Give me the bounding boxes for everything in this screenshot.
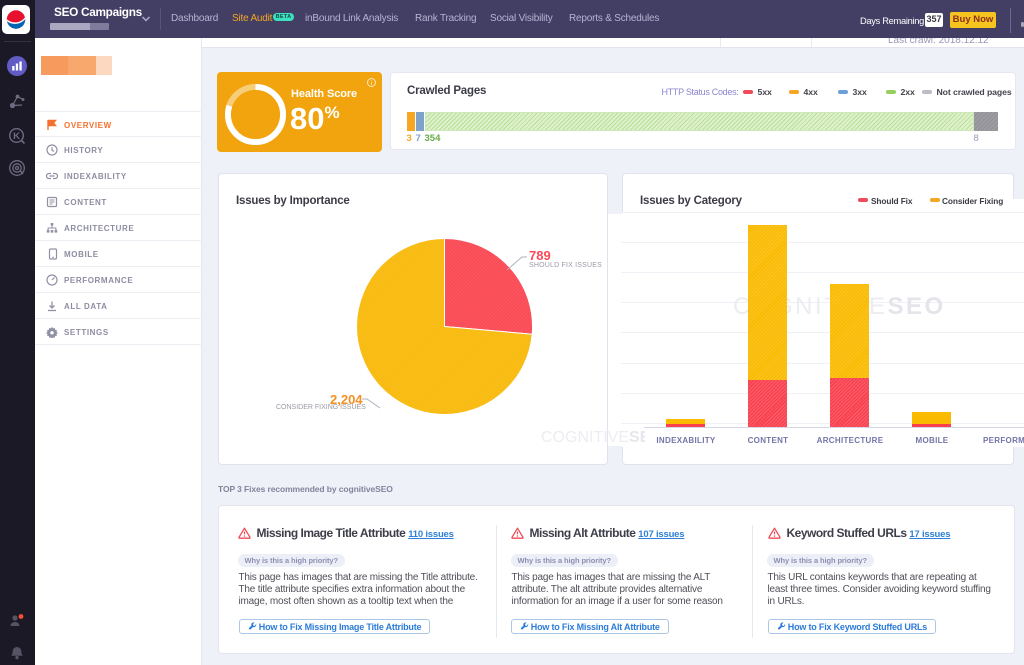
svg-text:K: K: [13, 131, 20, 142]
svg-text:i: i: [371, 79, 372, 86]
